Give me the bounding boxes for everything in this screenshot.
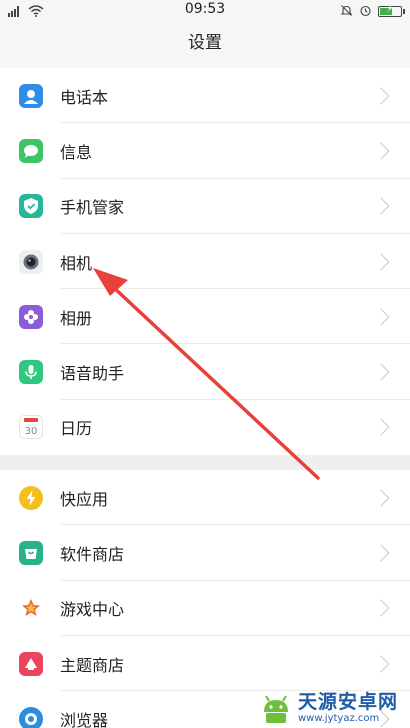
settings-row-label: 浏览器 xyxy=(60,710,109,728)
settings-row-label: 相册 xyxy=(60,308,93,328)
gallery-flower-icon xyxy=(19,304,43,329)
settings-row-label: 信息 xyxy=(60,142,93,162)
settings-row[interactable]: 语音助手 xyxy=(0,344,410,400)
settings-row[interactable]: 主题商店 xyxy=(0,636,410,692)
quick-app-bolt-icon xyxy=(19,485,43,510)
settings-row[interactable]: 相机 xyxy=(0,234,410,290)
group-separator xyxy=(0,455,410,470)
camera-icon xyxy=(19,249,43,274)
status-right: ⚡ xyxy=(340,2,405,21)
settings-row-label: 相机 xyxy=(60,253,93,273)
settings-row-label: 主题商店 xyxy=(60,655,125,675)
settings-row[interactable]: 电话本 xyxy=(0,68,410,124)
chevron-right-icon xyxy=(372,87,390,105)
settings-row-label: 电话本 xyxy=(60,87,109,107)
settings-row-label: 软件商店 xyxy=(60,544,125,564)
game-center-star-icon xyxy=(19,596,43,621)
battery-charging-icon: ⚡ xyxy=(378,4,405,17)
phone-manager-shield-icon xyxy=(19,194,43,219)
messages-icon xyxy=(19,138,43,163)
page-title: 设置 xyxy=(0,20,410,68)
settings-row-label: 快应用 xyxy=(60,489,109,509)
chevron-right-icon xyxy=(372,418,390,436)
alarm-icon xyxy=(359,2,372,21)
chevron-right-icon xyxy=(372,489,390,507)
watermark-logo: 天源安卓网 www.jytyaz.com xyxy=(258,688,408,728)
contacts-icon xyxy=(19,83,43,108)
chevron-right-icon xyxy=(372,197,390,215)
app-store-icon xyxy=(19,540,43,565)
settings-row[interactable]: 游戏中心 xyxy=(0,581,410,636)
settings-group-apps: 电话本信息手机管家相机相册语音助手 30 日历 xyxy=(0,68,410,455)
android-logo-icon xyxy=(264,695,288,723)
settings-row[interactable]: 信息 xyxy=(0,123,410,179)
chevron-right-icon xyxy=(372,655,390,673)
watermark-text: 天源安卓网 xyxy=(298,691,399,713)
silent-bell-icon xyxy=(340,2,353,21)
chevron-right-icon xyxy=(372,308,390,326)
settings-row[interactable]: 相册 xyxy=(0,289,410,345)
settings-row[interactable]: 手机管家 xyxy=(0,179,410,234)
chevron-right-icon xyxy=(372,363,390,381)
status-bar: 09:53 ⚡ xyxy=(0,0,410,20)
settings-row[interactable]: 软件商店 xyxy=(0,525,410,581)
chevron-right-icon xyxy=(372,253,390,271)
settings-row[interactable]: 快应用 xyxy=(0,470,410,526)
theme-store-icon xyxy=(19,651,43,676)
chevron-right-icon xyxy=(372,599,390,617)
chevron-right-icon xyxy=(372,544,390,562)
watermark-url: www.jytyaz.com xyxy=(298,713,380,724)
svg-text:30: 30 xyxy=(25,426,38,437)
settings-row[interactable]: 30 日历 xyxy=(0,400,410,455)
voice-assistant-mic-icon xyxy=(19,360,43,385)
settings-row-label: 手机管家 xyxy=(60,198,125,218)
settings-row-label: 日历 xyxy=(60,419,93,439)
calendar-icon: 30 xyxy=(19,415,43,440)
chevron-right-icon xyxy=(372,142,390,160)
settings-row-label: 游戏中心 xyxy=(60,600,125,620)
settings-row-label: 语音助手 xyxy=(60,364,125,384)
browser-icon xyxy=(19,706,43,728)
